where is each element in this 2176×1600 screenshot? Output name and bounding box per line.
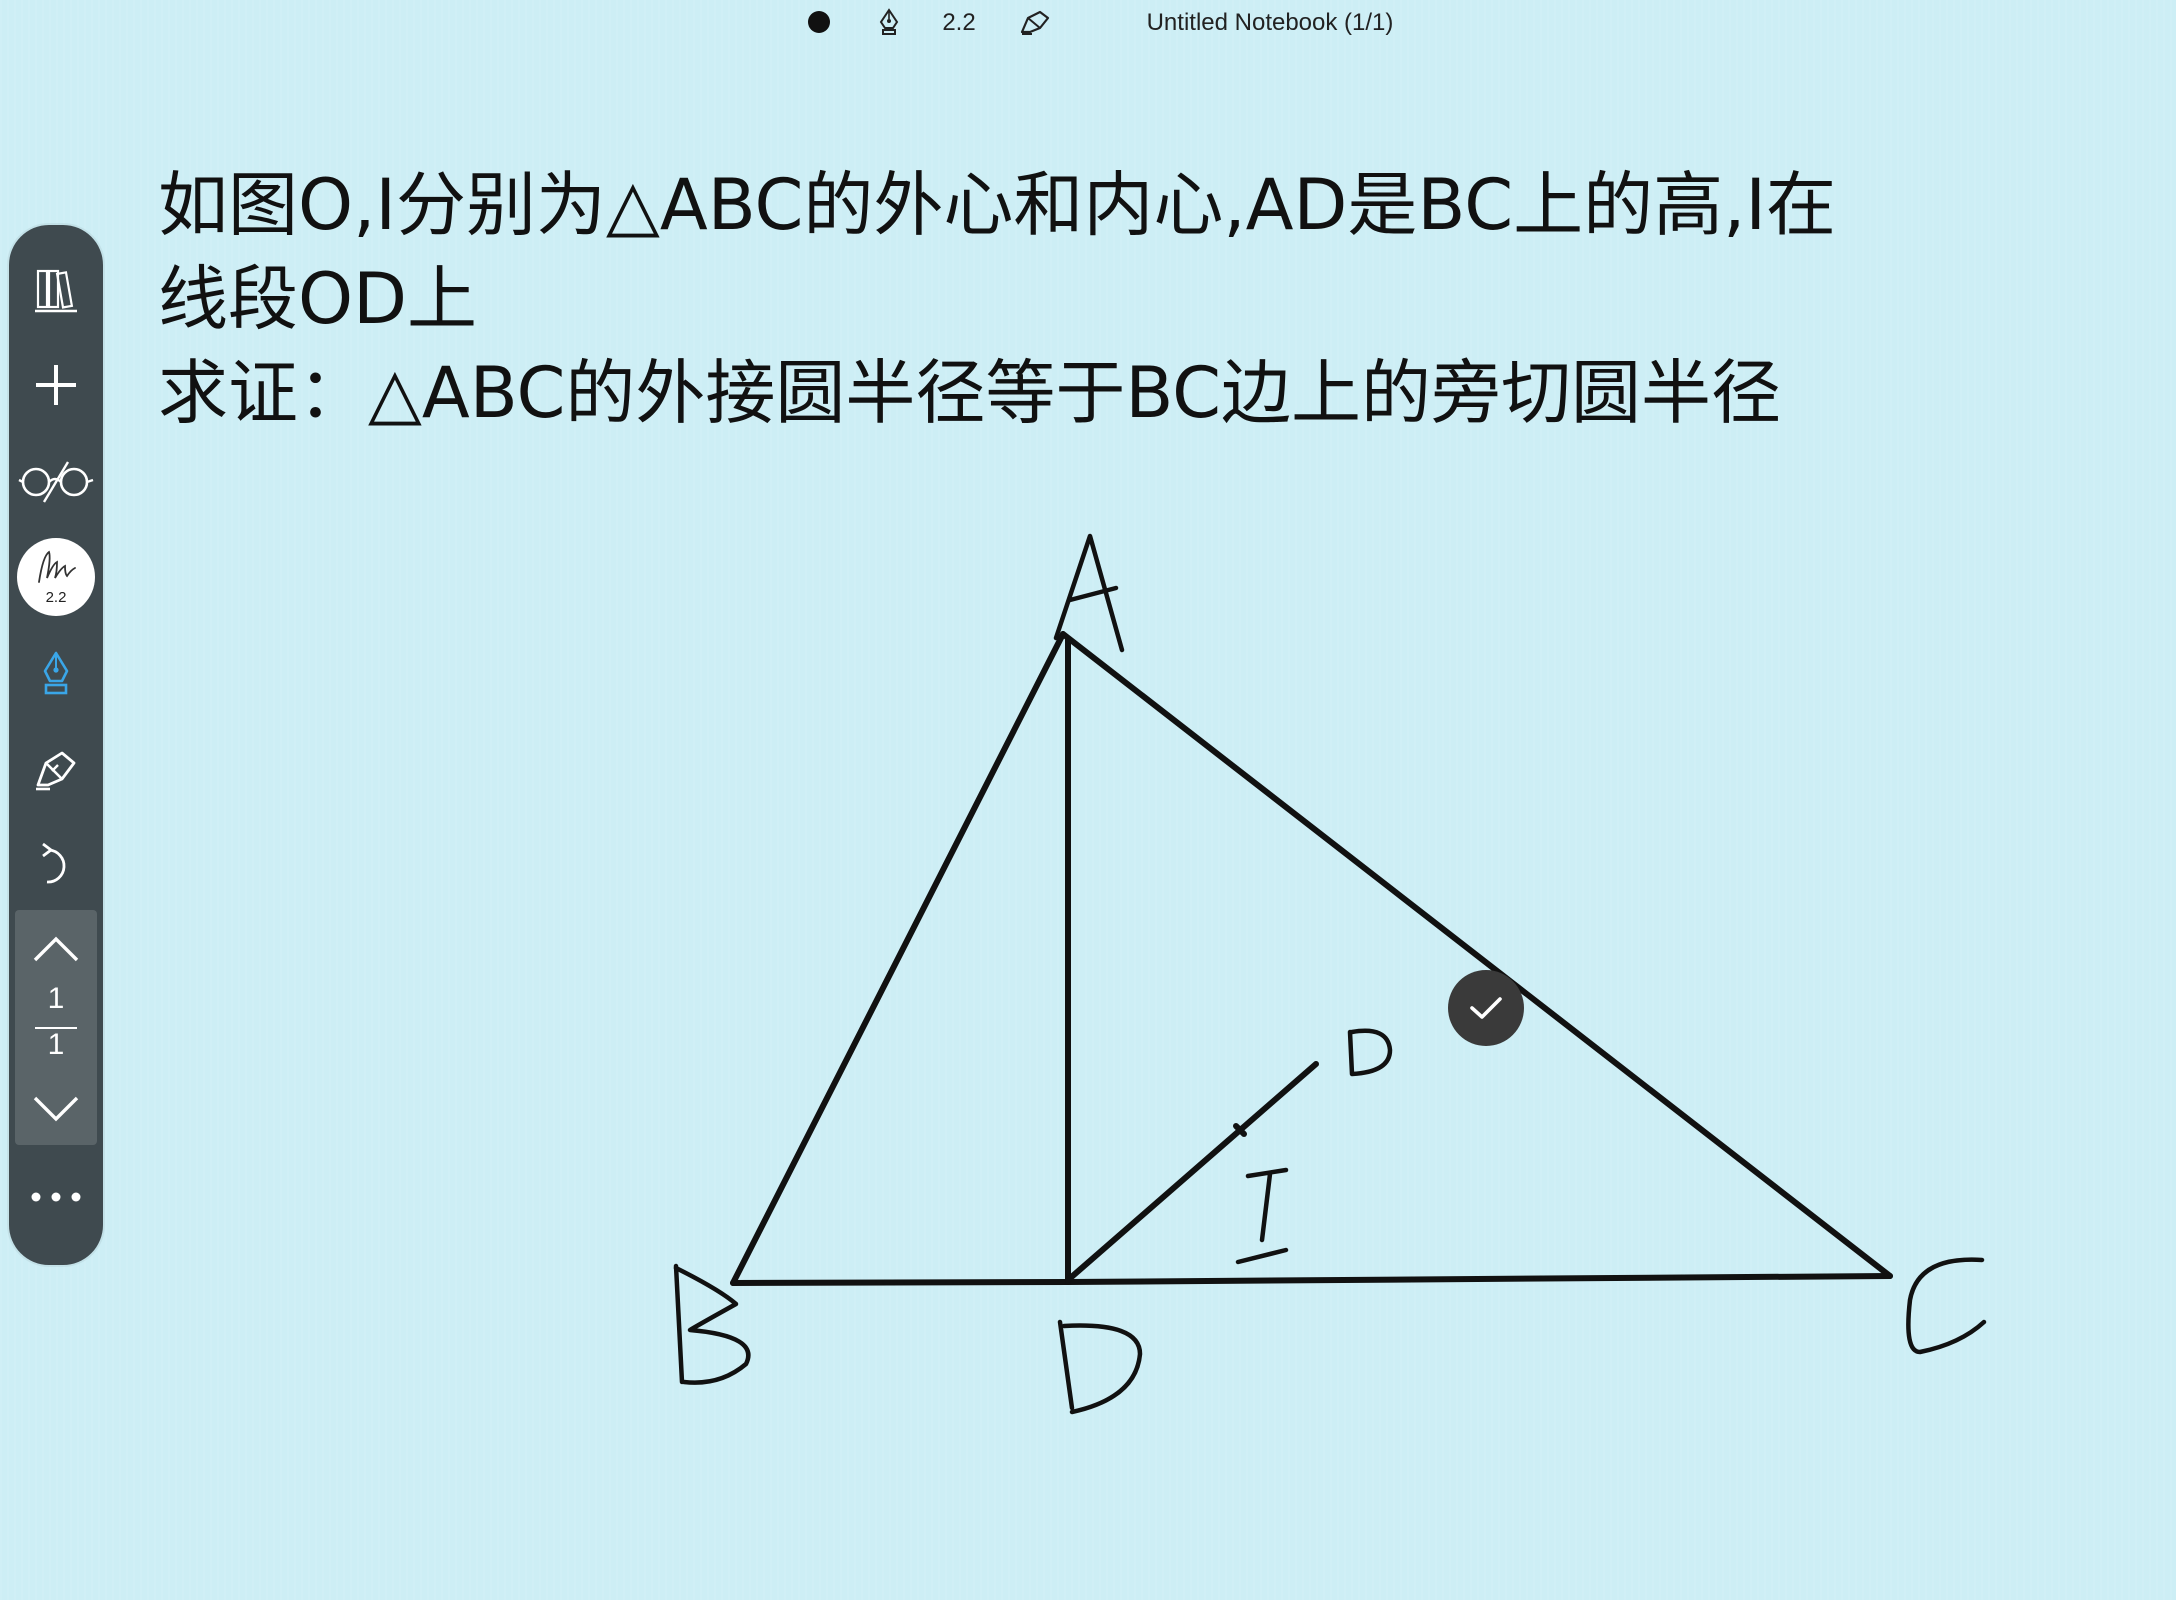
edge-ab bbox=[730, 631, 1066, 1286]
edge-bc bbox=[730, 1273, 1893, 1286]
letter-o-glyph bbox=[1347, 1028, 1393, 1077]
handwritten-diagram[interactable] bbox=[0, 0, 2176, 1600]
letter-b-stem bbox=[673, 1263, 685, 1385]
letter-i-glyph bbox=[1235, 1167, 1289, 1265]
letter-c-glyph bbox=[1906, 1257, 1987, 1355]
checkmark-icon bbox=[1470, 997, 1502, 1019]
letter-d-bowl bbox=[1061, 1323, 1143, 1415]
confirm-button[interactable] bbox=[1448, 970, 1524, 1046]
letter-d-stem bbox=[1057, 1319, 1075, 1411]
